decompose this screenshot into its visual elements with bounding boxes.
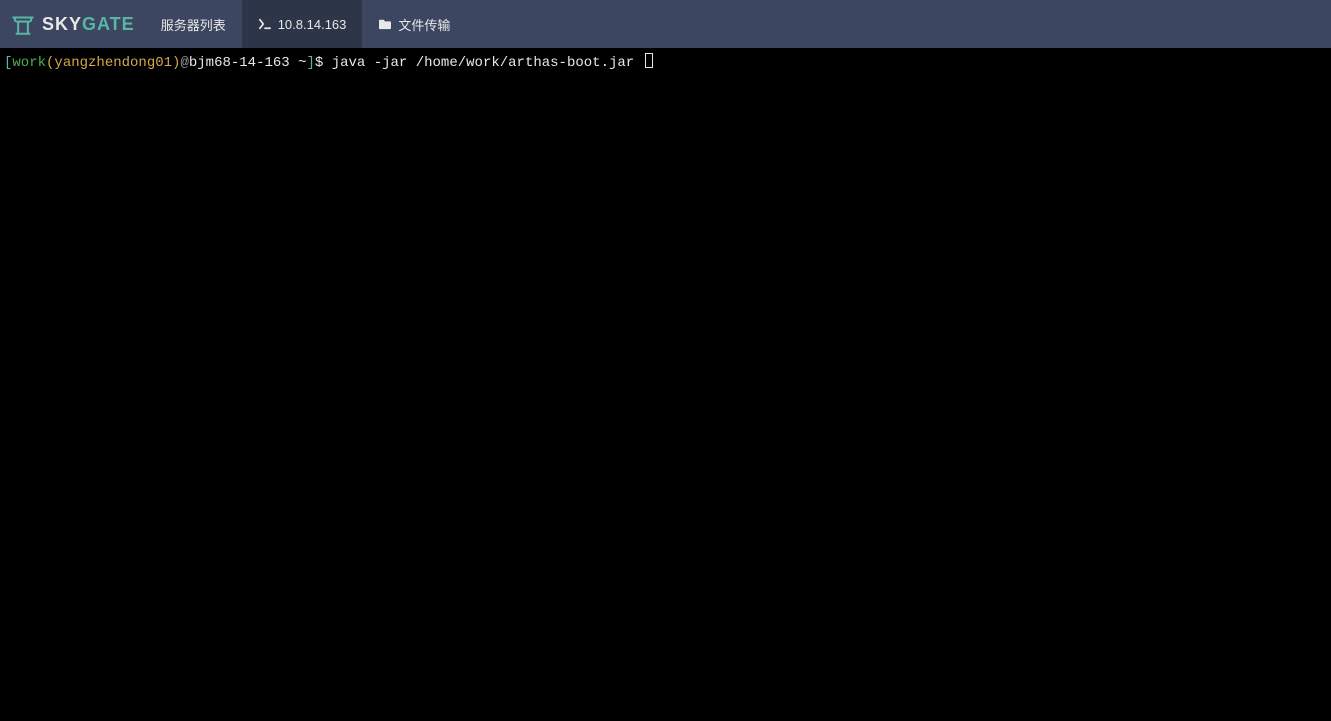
nav-terminal-tab[interactable]: 10.8.14.163 xyxy=(242,0,363,48)
terminal-command: java -jar /home/work/arthas-boot.jar xyxy=(332,54,643,74)
nav-server-list-label: 服务器列表 xyxy=(161,15,226,34)
nav-file-transfer[interactable]: 文件传输 xyxy=(362,0,466,48)
prompt-host: bjm68-14-163 xyxy=(189,54,290,74)
prompt-paren-open: ( xyxy=(46,54,54,74)
prompt-user1: work xyxy=(12,54,46,74)
prompt-bracket-close: ] xyxy=(307,54,315,74)
nav-terminal-label: 10.8.14.163 xyxy=(278,17,347,32)
prompt-user2: yangzhendong01 xyxy=(54,54,172,74)
prompt-path: ~ xyxy=(290,54,307,74)
folder-icon xyxy=(378,18,392,30)
logo-text: SKYGATE xyxy=(42,14,135,35)
terminal-cursor xyxy=(645,53,653,68)
logo-text-part1: SKY xyxy=(42,14,82,34)
prompt-bracket-open: [ xyxy=(4,54,12,74)
logo[interactable]: SKYGATE xyxy=(0,0,145,48)
prompt-paren-close: ) xyxy=(172,54,180,74)
header-bar: SKYGATE 服务器列表 10.8.14.163 文件传输 xyxy=(0,0,1331,48)
prompt-at: @ xyxy=(180,54,188,74)
logo-icon xyxy=(10,11,36,37)
terminal-area[interactable]: [work(yangzhendong01)@bjm68-14-163 ~]$ j… xyxy=(0,48,1331,721)
terminal-icon xyxy=(258,18,272,30)
nav-server-list[interactable]: 服务器列表 xyxy=(145,0,242,48)
prompt-dollar: $ xyxy=(315,54,332,74)
logo-text-part2: GATE xyxy=(82,14,135,34)
terminal-line: [work(yangzhendong01)@bjm68-14-163 ~]$ j… xyxy=(4,54,1327,74)
nav-file-transfer-label: 文件传输 xyxy=(398,15,450,34)
